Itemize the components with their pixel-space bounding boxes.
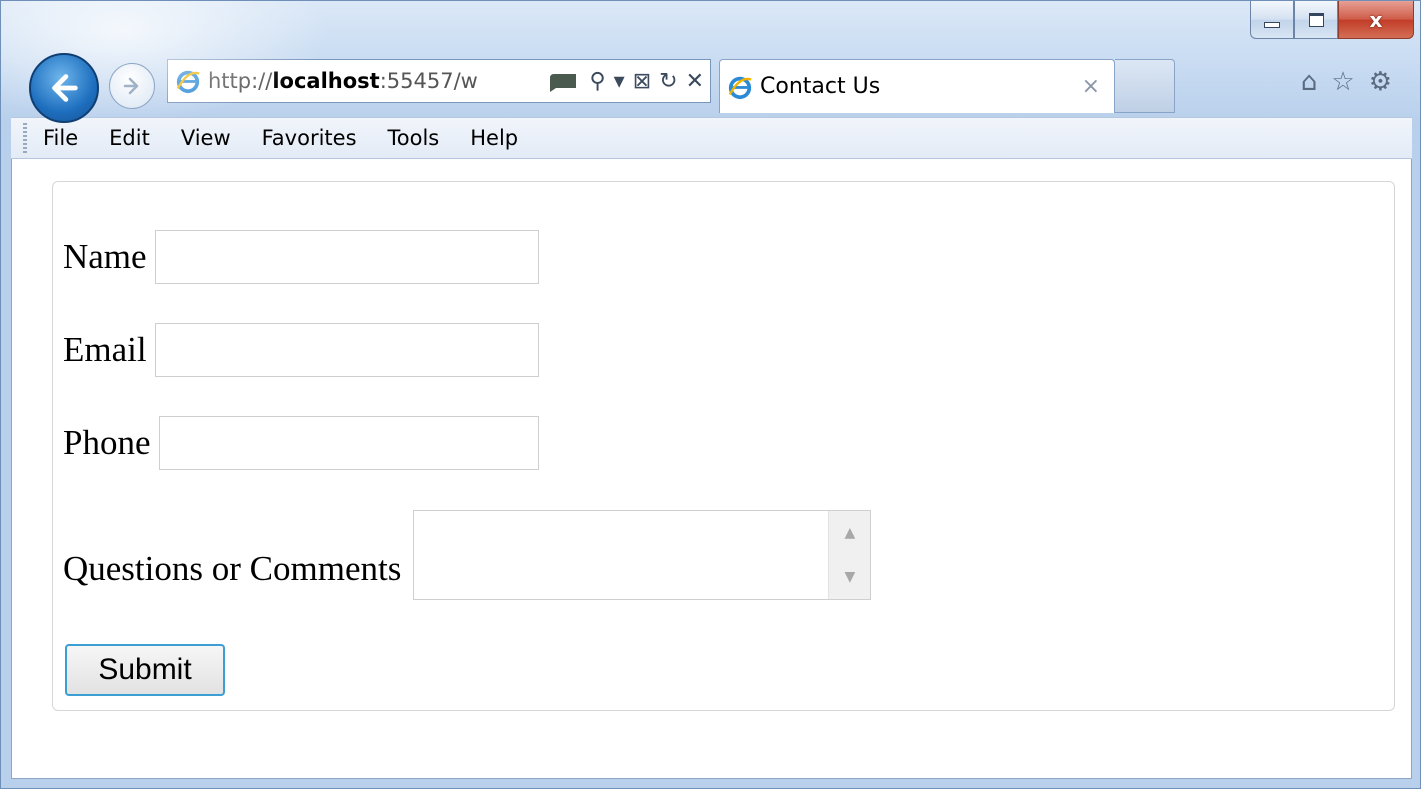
window-caption-buttons: x [1250, 1, 1414, 41]
maximize-button[interactable] [1294, 1, 1338, 39]
dropdown-arrow-icon[interactable]: ▾ [614, 69, 625, 94]
comments-row: Questions or Comments ▲ ▼ [63, 510, 872, 600]
url-path: :55457/wo [379, 69, 478, 93]
submit-button[interactable]: Submit [65, 644, 225, 696]
browser-window: x http://localhost:55457/wo ⚲ ▾ ⊠ ↻ [0, 0, 1421, 789]
ie-logo-icon [726, 73, 754, 101]
close-icon: x [1369, 7, 1383, 32]
settings-gear-icon[interactable]: ⚙ [1369, 67, 1392, 97]
refresh-icon[interactable]: ↻ [659, 69, 677, 94]
stop-icon[interactable]: ✕ [686, 69, 704, 94]
menu-edit[interactable]: Edit [109, 126, 150, 150]
url-scheme: http:// [208, 69, 273, 93]
textarea-scrollbar[interactable]: ▲ ▼ [828, 511, 871, 599]
tab-contact-us[interactable]: Contact Us × [719, 59, 1115, 113]
phone-input[interactable] [158, 416, 539, 470]
close-window-button[interactable]: x [1338, 1, 1414, 39]
minimize-button[interactable] [1250, 1, 1294, 39]
name-input[interactable] [154, 230, 539, 284]
new-tab-button[interactable] [1115, 59, 1175, 113]
toolbar-right-icons: ⌂ ☆ ⚙ [1301, 67, 1392, 97]
phone-row: Phone [63, 416, 539, 470]
email-row: Email [63, 323, 539, 377]
phone-label: Phone [63, 423, 151, 462]
name-row: Name [63, 230, 539, 284]
comments-label: Questions or Comments [63, 549, 402, 588]
favorites-star-icon[interactable]: ☆ [1331, 67, 1354, 97]
address-tools: ⚲ ▾ ⊠ ↻ ✕ [546, 68, 704, 94]
page-viewport: Name Email Phone Questions or Comments ▲… [11, 159, 1412, 779]
forward-arrow-icon [123, 77, 139, 95]
menu-grip[interactable] [23, 123, 27, 153]
back-button[interactable] [29, 53, 99, 123]
minimize-icon [1264, 21, 1280, 28]
home-icon[interactable]: ⌂ [1301, 67, 1318, 97]
scroll-down-icon[interactable]: ▼ [844, 569, 855, 585]
email-label: Email [63, 330, 147, 369]
menu-bar: File Edit View Favorites Tools Help [11, 117, 1412, 159]
menu-favorites[interactable]: Favorites [262, 126, 357, 150]
menu-file[interactable]: File [43, 126, 78, 150]
contact-form: Name Email Phone Questions or Comments ▲… [52, 181, 1395, 711]
scroll-up-icon[interactable]: ▲ [844, 525, 855, 541]
compat-view-icon[interactable]: ⊠ [633, 69, 651, 94]
back-arrow-icon [52, 74, 78, 102]
name-label: Name [63, 237, 147, 276]
address-url[interactable]: http://localhost:55457/wo [208, 69, 478, 93]
maximize-icon [1308, 12, 1324, 27]
email-input[interactable] [154, 323, 539, 377]
ie-logo-icon [174, 67, 202, 95]
menu-tools[interactable]: Tools [388, 126, 440, 150]
menu-help[interactable]: Help [470, 126, 518, 150]
search-icon[interactable]: ⚲ [590, 69, 606, 94]
forward-button[interactable] [109, 63, 155, 109]
url-host: localhost [272, 69, 380, 93]
menu-view[interactable]: View [181, 126, 231, 150]
notification-flag-icon [549, 74, 576, 92]
address-bar[interactable]: http://localhost:55457/wo ⚲ ▾ ⊠ ↻ ✕ [167, 59, 711, 103]
tab-title: Contact Us [760, 74, 881, 99]
comments-textarea[interactable]: ▲ ▼ [413, 510, 872, 600]
tab-close-icon[interactable]: × [1082, 74, 1100, 99]
